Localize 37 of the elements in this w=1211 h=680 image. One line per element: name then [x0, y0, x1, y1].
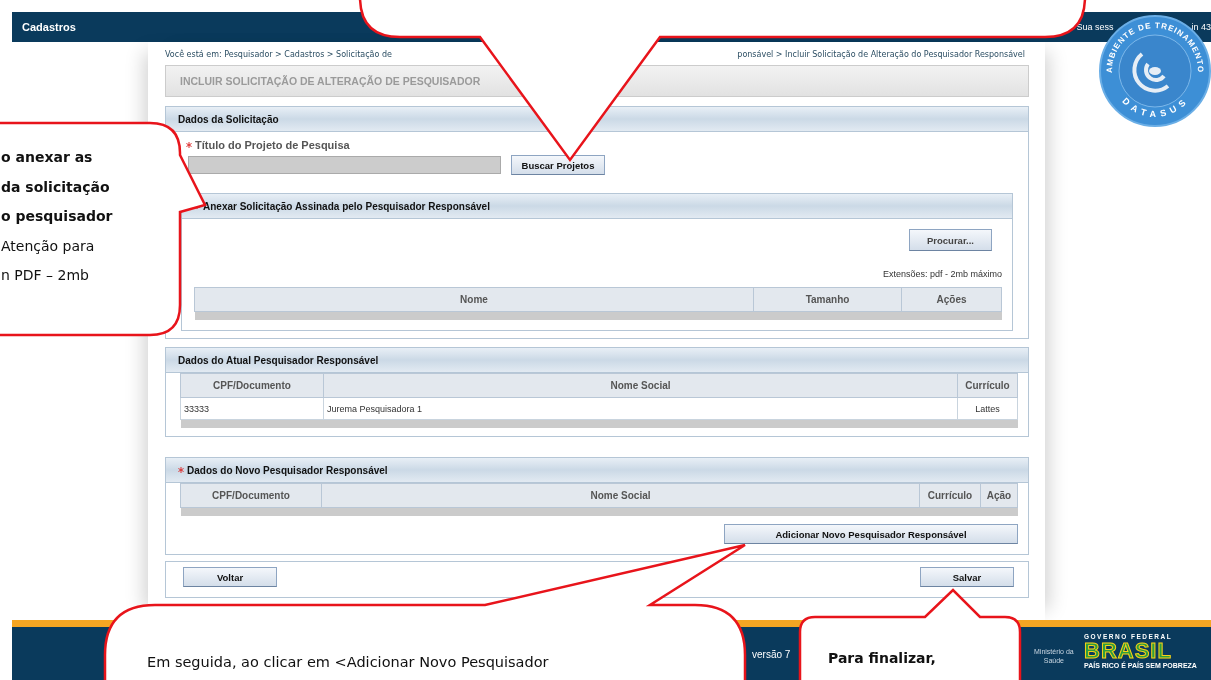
column-header: Currículo: [919, 483, 981, 508]
browse-button[interactable]: Procurar...: [909, 229, 992, 251]
table-cell: Lattes: [957, 397, 1018, 420]
callout-text: n PDF – 2mb: [1, 266, 90, 285]
section-title: Dados do Novo Pesquisador Responsável: [187, 464, 388, 476]
section-title: Dados da Solicitação: [178, 113, 279, 125]
section-title: Dados do Atual Pesquisador Responsável: [178, 354, 379, 366]
back-button[interactable]: Voltar: [183, 567, 277, 587]
callout-text: Para finalizar,: [828, 649, 936, 668]
input-field[interactable]: [188, 156, 501, 174]
column-header: Nome Social: [321, 483, 920, 508]
field-label: Título do Projeto de Pesquisa: [195, 139, 350, 151]
version-text: versão 7: [752, 649, 791, 660]
table-cell: 33333: [180, 397, 324, 420]
search-projects-button[interactable]: Buscar Projetos: [511, 155, 605, 175]
callout-text: da solicitação: [1, 177, 111, 197]
breadcrumb: ponsável > Incluir Solicitação de Alteração do Pesquisador Responsável: [737, 50, 1025, 61]
callout-text: Em seguida, ao clicar em <Adicionar Novo Pesquisador: [147, 653, 549, 672]
column-header: Nome: [194, 287, 754, 312]
column-header: Tamanho: [753, 287, 902, 312]
extensions-hint: Extensões: pdf - 2mb máximo: [882, 269, 1002, 279]
page-title: INCLUIR SOLICITAÇÃO DE ALTERAÇÃO DE PESQUISADOR: [180, 75, 481, 87]
breadcrumb: Você está em: Pesquisador > Cadastros > Solicitação de: [165, 50, 392, 61]
save-button[interactable]: Salvar: [920, 567, 1014, 587]
column-header: Nome Social: [323, 373, 958, 398]
column-header: Currículo: [957, 373, 1018, 398]
add-researcher-button[interactable]: Adicionar Novo Pesquisador Responsável: [724, 524, 1018, 544]
top-bar-title: Cadastros: [22, 21, 76, 33]
callout-text: o anexar as: [1, 148, 94, 167]
column-header: CPF/Documento: [180, 483, 322, 508]
column-header: Ação: [980, 483, 1018, 508]
column-header: Ações: [901, 287, 1002, 312]
section-title: Anexar Solicitação Assinada pelo Pesquisador Responsável: [203, 200, 490, 212]
table-cell: Jurema Pesquisadora 1: [323, 397, 958, 420]
callout-text: o pesquisador: [1, 207, 113, 226]
column-header: CPF/Documento: [180, 373, 324, 398]
callout-text: Atenção para: [1, 236, 96, 256]
